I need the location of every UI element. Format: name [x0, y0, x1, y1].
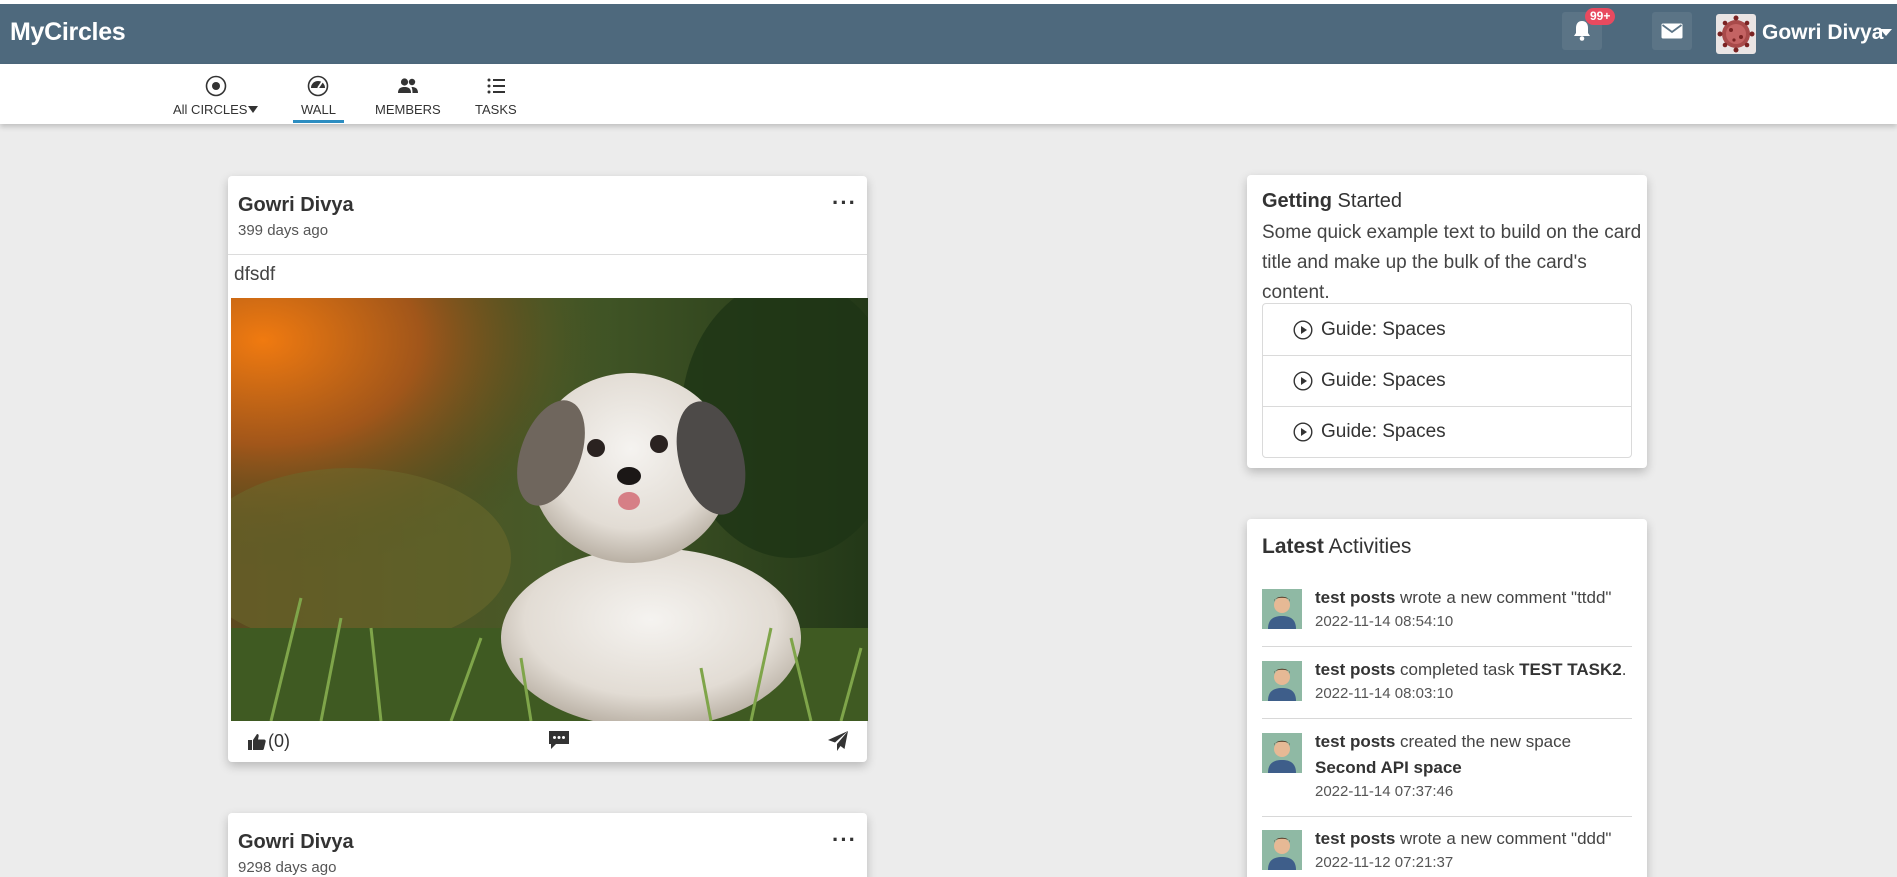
guide-label: Guide: Spaces	[1321, 421, 1446, 442]
activity-target[interactable]: Second API space	[1315, 758, 1462, 777]
post-text: dfsdf	[234, 264, 276, 285]
activity-text: test posts created the new space Second …	[1315, 729, 1633, 803]
caret-down-icon[interactable]	[1880, 29, 1892, 36]
activity-avatar[interactable]	[1262, 589, 1302, 629]
activity-avatar[interactable]	[1262, 830, 1302, 870]
nav-label-wall: WALL	[301, 102, 336, 117]
latest-activities-card: Latest Activities test posts wrote a new…	[1247, 519, 1647, 877]
messages-button[interactable]	[1652, 12, 1692, 50]
users-icon	[397, 78, 418, 93]
nav-tasks[interactable]: TASKS	[475, 74, 517, 117]
circle-dot-icon	[205, 75, 227, 97]
activity-avatar[interactable]	[1262, 661, 1302, 701]
activity-action: wrote a new comment "ttdd"	[1395, 588, 1612, 607]
title-rest: Activities	[1323, 535, 1412, 558]
activity-user[interactable]: test posts	[1315, 732, 1395, 751]
post-card: Gowri Divya 399 days ago ··· dfsdf (0)	[228, 176, 868, 764]
post-actions: (0)	[228, 721, 867, 764]
getting-started-text: Some quick example text to build on the …	[1262, 222, 1642, 303]
activity-text: test posts wrote a new comment "ddd" 202…	[1315, 826, 1633, 874]
title-bold: Latest	[1262, 535, 1324, 558]
play-circle-icon	[1293, 371, 1313, 391]
caret-down-icon	[248, 106, 259, 113]
post-divider	[228, 254, 867, 255]
app-logo[interactable]: MyCircles	[10, 18, 126, 47]
activity-time: 2022-11-12 07:21:37	[1315, 854, 1454, 871]
activity-suffix: .	[1621, 660, 1627, 679]
notification-badge: 99+	[1585, 8, 1616, 25]
nav-members[interactable]: MEMBERS	[375, 74, 441, 117]
guide-item[interactable]: Guide: Spaces	[1263, 355, 1631, 406]
activity-action: completed task	[1395, 660, 1520, 679]
activity-text: test posts completed task TEST TASK2. 20…	[1315, 657, 1633, 705]
activity-divider	[1262, 816, 1632, 817]
nav-wall[interactable]: WALL	[293, 74, 344, 123]
activity-text: test posts wrote a new comment "ttdd" 20…	[1315, 585, 1633, 633]
nav-label-tasks: TASKS	[475, 102, 517, 117]
person-avatar	[1262, 733, 1302, 773]
person-avatar	[1262, 589, 1302, 629]
activity-action: wrote a new comment "ddd"	[1395, 829, 1612, 848]
play-circle-icon	[1293, 422, 1313, 442]
dog-photo	[231, 298, 868, 721]
user-name-menu[interactable]: Gowri Divya	[1762, 21, 1883, 45]
activity-divider	[1262, 718, 1632, 719]
guide-label: Guide: Spaces	[1321, 370, 1446, 391]
avatar-image	[1716, 14, 1756, 54]
activity-user[interactable]: test posts	[1315, 829, 1395, 848]
activity-divider	[1262, 646, 1632, 647]
guide-item[interactable]: Guide: Spaces	[1263, 304, 1631, 355]
share-button[interactable]	[827, 730, 849, 757]
nav-all-circles[interactable]: All CIRCLES	[173, 74, 259, 117]
like-count: (0)	[268, 731, 290, 751]
like-button[interactable]: (0)	[248, 731, 290, 752]
play-circle-icon	[1293, 319, 1313, 340]
list-icon	[487, 78, 505, 94]
guide-label: Guide: Spaces	[1321, 318, 1446, 340]
post-author[interactable]: Gowri Divya	[238, 194, 354, 217]
activity-target[interactable]: TEST TASK2	[1519, 660, 1622, 679]
guide-item[interactable]: Guide: Spaces	[1263, 406, 1631, 457]
getting-started-title: Getting Started	[1262, 190, 1402, 213]
activity-user[interactable]: test posts	[1315, 660, 1395, 679]
post-image-dog-photo[interactable]	[231, 298, 868, 721]
user-avatar[interactable]	[1716, 14, 1756, 54]
envelope-icon	[1661, 23, 1683, 39]
paper-plane-icon	[828, 731, 848, 751]
activity-user[interactable]: test posts	[1315, 588, 1395, 607]
person-avatar	[1262, 661, 1302, 701]
more-options-icon[interactable]: ···	[832, 192, 857, 214]
gauge-icon	[308, 75, 329, 97]
nav-label-all-circles: All CIRCLES	[173, 102, 248, 117]
activity-time: 2022-11-14 07:37:46	[1315, 783, 1454, 800]
post-timestamp: 399 days ago	[238, 222, 329, 239]
title-rest: Started	[1332, 190, 1403, 212]
activity-avatar[interactable]	[1262, 733, 1302, 773]
title-bold: Getting	[1262, 190, 1332, 212]
nav-label-members: MEMBERS	[375, 102, 441, 117]
activity-action: created the new space	[1395, 732, 1572, 751]
comment-icon	[549, 731, 569, 749]
activity-time: 2022-11-14 08:54:10	[1315, 613, 1454, 630]
latest-activities-title: Latest Activities	[1262, 535, 1411, 559]
post-card: Gowri Divya 9298 days ago ···	[228, 813, 867, 877]
comment-button[interactable]	[548, 730, 570, 755]
person-avatar	[1262, 830, 1302, 870]
post-author[interactable]: Gowri Divya	[238, 831, 354, 854]
thumbs-up-icon	[248, 733, 266, 750]
getting-started-card: Getting Started Some quick example text …	[1247, 175, 1647, 468]
post-timestamp: 9298 days ago	[238, 859, 337, 876]
activity-time: 2022-11-14 08:03:10	[1315, 685, 1454, 702]
more-options-icon[interactable]: ···	[832, 829, 857, 851]
sub-navigation: All CIRCLES WALL MEMBERS TASKS	[0, 64, 1897, 124]
guide-list: Guide: Spaces Guide: Spaces Guide: Space…	[1262, 303, 1632, 458]
